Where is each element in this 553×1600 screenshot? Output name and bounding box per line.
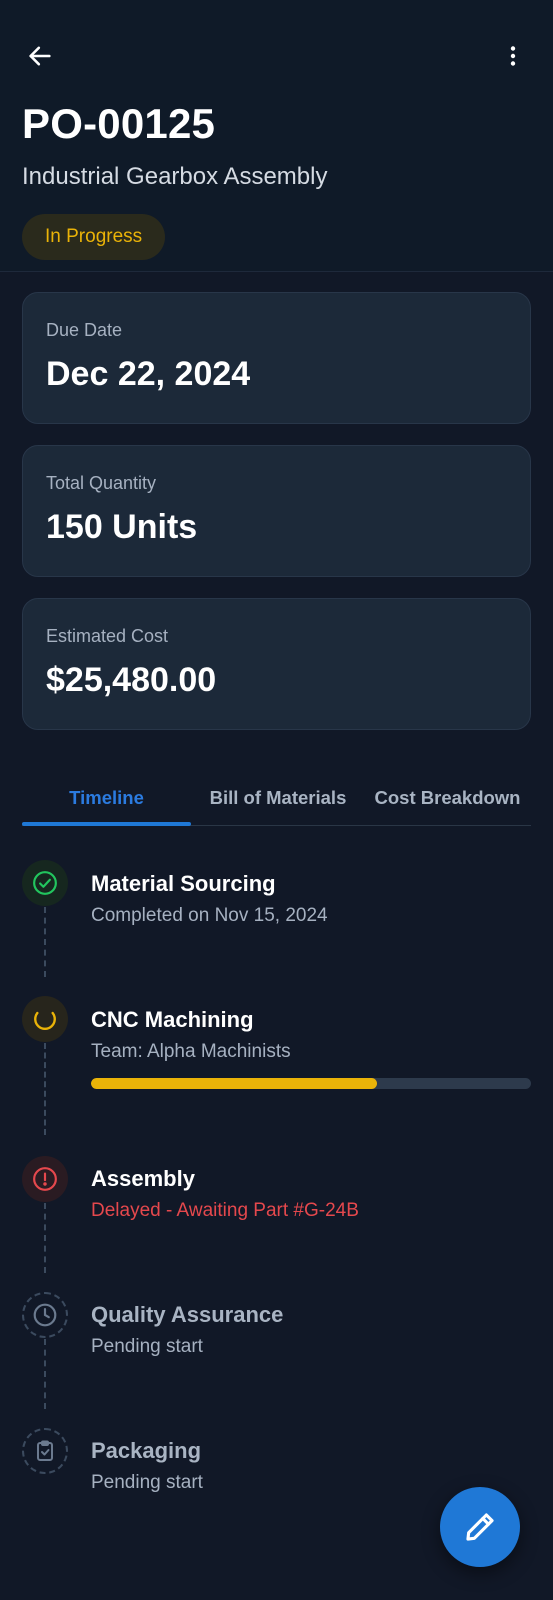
timeline-connector (44, 907, 46, 977)
clock-icon (33, 1303, 57, 1327)
alert-circle-icon (33, 1167, 57, 1191)
clipboard-check-icon (37, 1440, 53, 1461)
status-badge: In Progress (22, 214, 166, 260)
cost-card: Estimated Cost $25,480.00 (22, 598, 531, 730)
quantity-card: Total Quantity 150 Units (22, 445, 531, 577)
timeline-connector (44, 1043, 46, 1135)
quantity-value: 150 Units (46, 508, 198, 546)
timeline-step-icon-pending (22, 1292, 68, 1338)
timeline-step-title: Material Sourcing (91, 871, 276, 896)
tab-cost-breakdown[interactable]: Cost Breakdown (364, 770, 531, 826)
timeline-step-icon-delayed (22, 1156, 68, 1202)
timeline-step-title: Packaging (91, 1438, 202, 1463)
quantity-label: Total Quantity (46, 473, 157, 493)
cost-value: $25,480.00 (46, 661, 217, 699)
cost-label: Estimated Cost (46, 626, 169, 646)
more-options-button[interactable] (495, 38, 531, 74)
spinner-icon (34, 1011, 56, 1030)
check-circle-icon (33, 871, 57, 895)
order-id-title: PO-00125 (22, 100, 216, 147)
timeline-connector (44, 1203, 46, 1273)
machining-progress-bar (91, 1078, 531, 1089)
timeline-step-subtitle: Pending start (91, 1472, 203, 1493)
due-date-label: Due Date (46, 320, 123, 340)
product-name: Industrial Gearbox Assembly (22, 163, 328, 190)
timeline-connector (44, 1339, 46, 1409)
detail-tabs: Timeline Bill of Materials Cost Breakdow… (22, 770, 531, 826)
timeline-step-icon-pending (22, 1428, 68, 1474)
due-date-card: Due Date Dec 22, 2024 (22, 292, 531, 424)
timeline-step-title: Assembly (91, 1166, 195, 1191)
timeline-step-title: CNC Machining (91, 1007, 254, 1032)
tab-bill-of-materials[interactable]: Bill of Materials (195, 770, 361, 826)
timeline-step-icon-in-progress (22, 996, 68, 1042)
timeline-step-subtitle: Delayed - Awaiting Part #G-24B (91, 1200, 359, 1221)
timeline-step-subtitle: Pending start (91, 1336, 203, 1357)
timeline-step-subtitle: Team: Alpha Machinists (91, 1041, 291, 1062)
arrow-left-icon (29, 46, 51, 66)
active-tab-indicator (22, 822, 191, 826)
order-header: PO-00125 Industrial Gearbox Assembly In … (0, 0, 553, 272)
tab-timeline[interactable]: Timeline (22, 770, 191, 826)
back-button[interactable] (22, 38, 58, 74)
more-vertical-icon (510, 46, 516, 66)
edit-order-button[interactable] (440, 1487, 520, 1567)
due-date-value: Dec 22, 2024 (46, 355, 251, 393)
timeline-step-icon-completed (22, 860, 68, 906)
timeline-step-title: Quality Assurance (91, 1302, 284, 1327)
timeline-step-subtitle: Completed on Nov 15, 2024 (91, 905, 328, 926)
pencil-icon (466, 1513, 494, 1541)
machining-progress-fill (91, 1078, 377, 1089)
